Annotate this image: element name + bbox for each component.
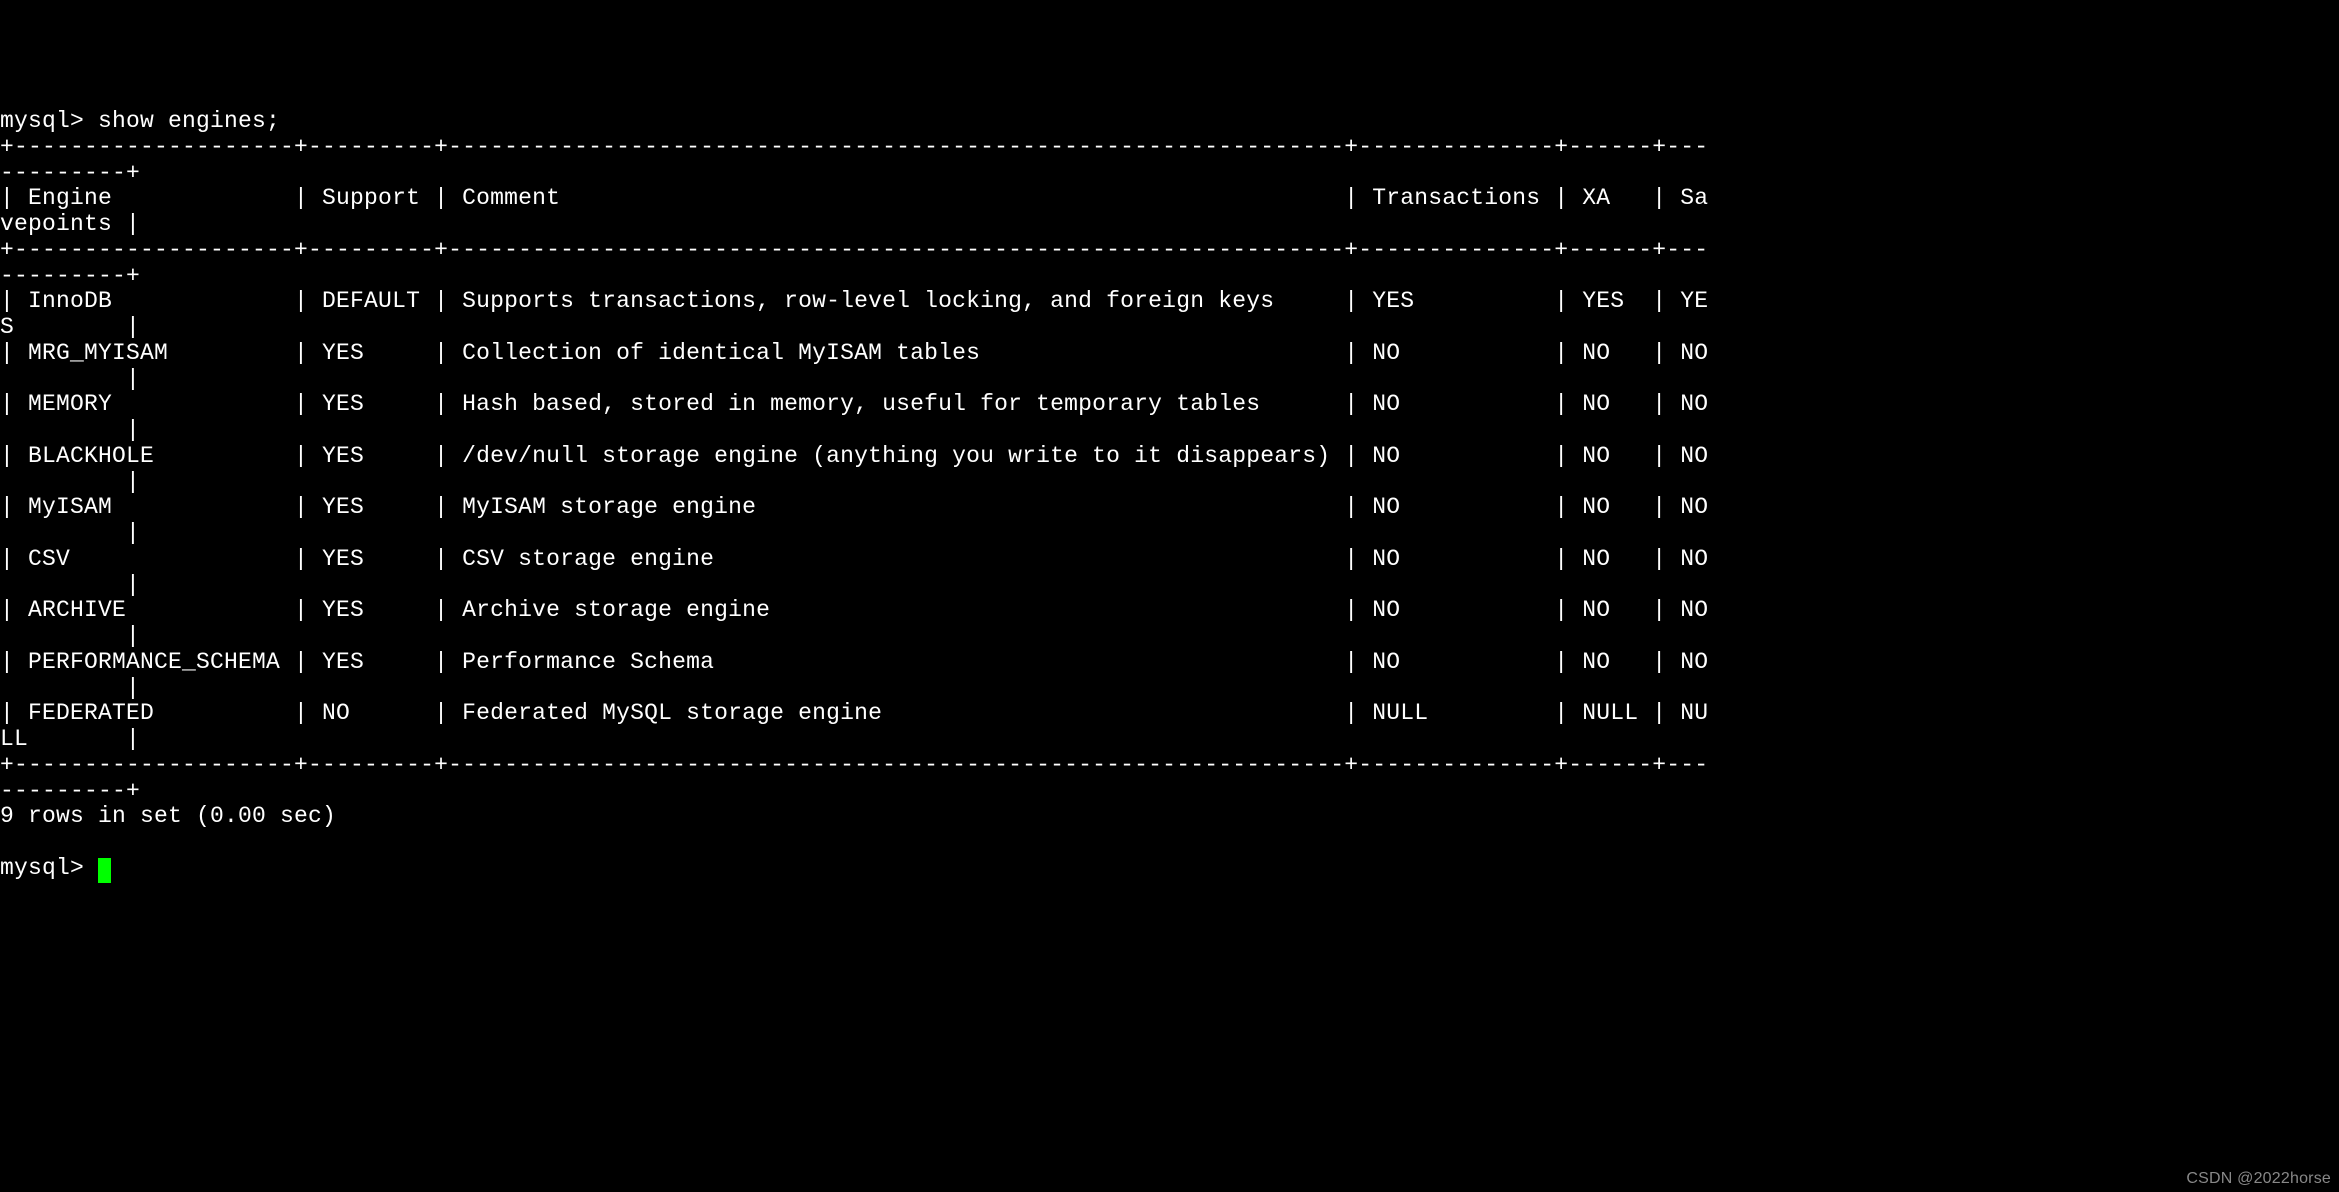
mysql-prompt: mysql> — [0, 108, 98, 134]
table-data-rows: | InnoDB | DEFAULT | Supports transactio… — [0, 288, 1708, 752]
table-divider-mid: +--------------------+---------+--------… — [0, 237, 1708, 289]
table-header-row: | Engine | Support | Comment | Transacti… — [0, 185, 1708, 237]
sql-command: show engines; — [98, 108, 280, 134]
result-summary: 9 rows in set (0.00 sec) — [0, 803, 336, 829]
terminal-output: mysql> show engines; +------------------… — [0, 109, 2339, 882]
mysql-prompt: mysql> — [0, 855, 98, 881]
table-divider-top: +--------------------+---------+--------… — [0, 134, 1708, 186]
terminal-cursor[interactable] — [98, 858, 111, 883]
watermark: CSDN @2022horse — [2186, 1170, 2331, 1188]
table-divider-bot: +--------------------+---------+--------… — [0, 752, 1708, 804]
